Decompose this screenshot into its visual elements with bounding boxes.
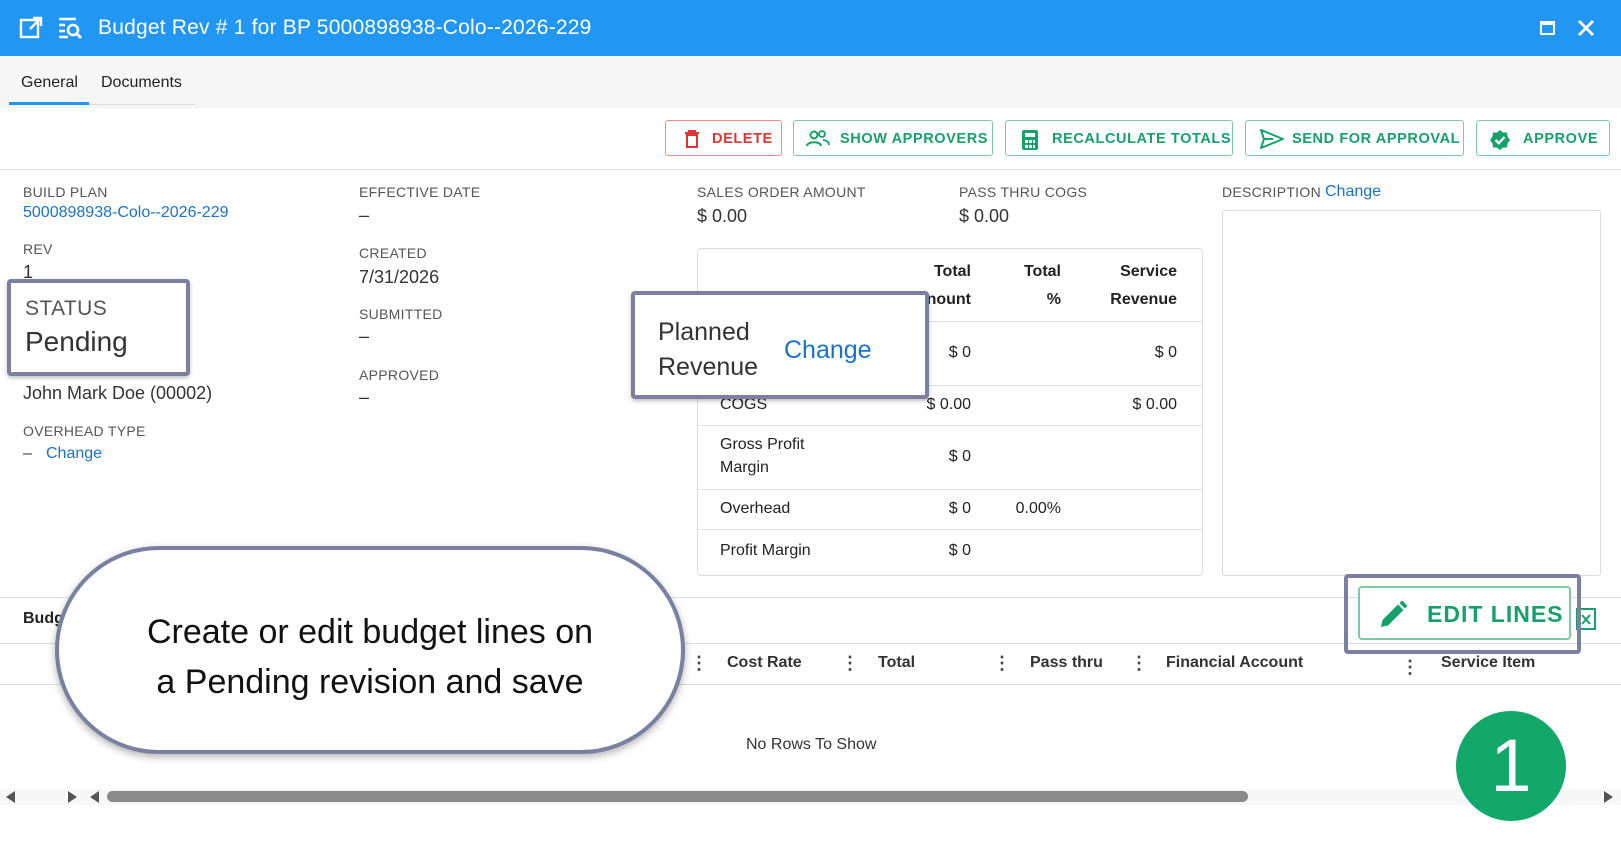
delete-label: DELETE <box>712 131 773 147</box>
callout-line-2: a Pending revision and save <box>156 663 584 701</box>
column-service-item[interactable]: Service Item <box>1441 654 1535 672</box>
effective-date-value: – <box>359 205 370 225</box>
edit-lines-label: EDIT LINES <box>1427 601 1564 627</box>
profit-margin-amount: $ 0 <box>948 542 971 559</box>
header-total-amount-1: Total <box>933 263 971 280</box>
tab-general[interactable]: General <box>21 74 78 92</box>
created-label: CREATED <box>359 245 427 261</box>
header-service-revenue-2: Revenue <box>1110 291 1177 308</box>
pass-thru-cogs-value: $ 0.00 <box>959 206 1010 226</box>
description-box[interactable] <box>1222 210 1601 576</box>
overhead-type-value: – <box>23 445 32 462</box>
gross-profit-label-1: Gross Profit <box>720 436 805 453</box>
build-plan-link[interactable]: 5000898938-Colo--2026-229 <box>23 204 229 222</box>
verified-check-icon <box>1490 130 1510 150</box>
close-icon[interactable] <box>1576 18 1596 38</box>
empty-grid-message: No Rows To Show <box>746 736 877 753</box>
column-menu-icon[interactable]: ⋮ <box>841 653 859 674</box>
people-icon <box>806 130 830 147</box>
cogs-service: $ 0.00 <box>1132 396 1177 413</box>
status-value: Pending <box>25 326 128 357</box>
header-total-pct-1: Total <box>1023 263 1061 280</box>
column-menu-icon[interactable]: ⋮ <box>1130 653 1148 674</box>
overhead-amount: $ 0 <box>948 500 971 517</box>
planned-revenue-label-2: Revenue <box>658 353 759 381</box>
sales-order-amount-value: $ 0.00 <box>697 206 748 226</box>
send-icon <box>1260 129 1284 149</box>
planned-revenue-highlight: Planned Revenue Change <box>631 291 929 399</box>
maximize-icon[interactable] <box>1539 19 1557 37</box>
tab-divider <box>89 104 195 105</box>
column-menu-icon[interactable]: ⋮ <box>690 653 708 674</box>
scroll-right-icon[interactable] <box>1604 791 1613 803</box>
scrollbar-thumb[interactable] <box>107 791 1248 802</box>
planned-revenue-label-1: Planned <box>658 318 750 346</box>
planned-revenue-change-link[interactable]: Change <box>784 336 872 365</box>
horizontal-scrollbar[interactable] <box>0 786 1621 808</box>
description-label: DESCRIPTION <box>1222 184 1321 200</box>
overhead-label: Overhead <box>720 500 791 517</box>
column-menu-icon[interactable]: ⋮ <box>1401 657 1419 678</box>
open-external-icon[interactable] <box>18 15 44 41</box>
step-number-badge: 1 <box>1456 711 1566 821</box>
owner-name: John Mark Doe (00002) <box>23 383 213 403</box>
instruction-callout: Create or edit budget lines on a Pending… <box>55 546 685 754</box>
profit-margin-label: Profit Margin <box>720 542 811 559</box>
description-change-link[interactable]: Change <box>1325 183 1381 201</box>
calculator-icon <box>1022 130 1038 150</box>
trash-icon <box>685 130 699 148</box>
send-for-approval-label: SEND FOR APPROVAL <box>1292 131 1461 147</box>
scroll-left-icon[interactable] <box>6 791 15 803</box>
header-total-pct-2: % <box>1046 291 1061 308</box>
title-bar: Budget Rev # 1 for BP 5000898938-Colo--2… <box>0 0 1621 56</box>
overhead-type-label: OVERHEAD TYPE <box>23 423 146 439</box>
planned-revenue-service: $ 0 <box>1154 344 1177 361</box>
header-service-revenue-1: Service <box>1120 263 1177 280</box>
column-menu-icon[interactable]: ⋮ <box>993 653 1011 674</box>
show-approvers-button[interactable]: SHOW APPROVERS <box>793 120 993 156</box>
gross-profit-amount: $ 0 <box>948 448 971 465</box>
budget-revision-window: Budget Rev # 1 for BP 5000898938-Colo--2… <box>0 0 1621 842</box>
approve-label: APPROVE <box>1523 131 1599 147</box>
status-label: STATUS <box>25 297 108 320</box>
pass-thru-cogs-label: PASS THRU COGS <box>959 184 1088 200</box>
approve-button[interactable]: APPROVE <box>1476 120 1610 156</box>
summary-row-overhead: Overhead $ 0 0.00% <box>698 489 1202 530</box>
submitted-label: SUBMITTED <box>359 306 443 322</box>
column-pass-thru[interactable]: Pass thru <box>1030 654 1103 672</box>
tab-documents[interactable]: Documents <box>101 74 182 92</box>
summary-row-gross-profit: Gross Profit Margin $ 0 <box>698 425 1202 490</box>
callout-line-1: Create or edit budget lines on <box>146 613 594 651</box>
submitted-value: – <box>359 326 370 346</box>
recalculate-label: RECALCULATE TOTALS <box>1052 131 1232 147</box>
pencil-icon <box>1381 600 1408 627</box>
summary-row-profit-margin: Profit Margin $ 0 <box>698 529 1202 574</box>
edit-lines-button[interactable]: EDIT LINES <box>1358 586 1571 640</box>
column-financial-account[interactable]: Financial Account <box>1166 654 1303 672</box>
overhead-type-change-link[interactable]: Change <box>46 445 102 463</box>
gross-profit-label-2: Margin <box>720 459 769 476</box>
column-total[interactable]: Total <box>878 654 915 672</box>
created-value: 7/31/2026 <box>359 267 440 287</box>
active-tab-indicator <box>9 102 89 105</box>
show-approvers-label: SHOW APPROVERS <box>840 131 989 147</box>
sales-order-amount-label: SALES ORDER AMOUNT <box>697 184 866 200</box>
tab-bar: General Documents <box>0 56 1621 108</box>
delete-button[interactable]: DELETE <box>665 120 782 156</box>
build-plan-label: BUILD PLAN <box>23 184 108 200</box>
overhead-pct: 0.00% <box>1015 500 1061 517</box>
column-cost-rate[interactable]: Cost Rate <box>727 654 802 672</box>
rev-label: REV <box>23 241 53 257</box>
scroll-left-icon[interactable] <box>90 791 99 803</box>
recalculate-totals-button[interactable]: RECALCULATE TOTALS <box>1005 120 1233 156</box>
window-title: Budget Rev # 1 for BP 5000898938-Colo--2… <box>98 16 592 39</box>
status-highlight: STATUS Pending <box>7 279 190 376</box>
toolbar-divider <box>0 169 1621 170</box>
scroll-right-icon[interactable] <box>68 791 77 803</box>
find-in-page-icon[interactable] <box>56 15 82 41</box>
approved-label: APPROVED <box>359 367 440 383</box>
effective-date-label: EFFECTIVE DATE <box>359 184 481 200</box>
send-for-approval-button[interactable]: SEND FOR APPROVAL <box>1245 120 1464 156</box>
approved-value: – <box>359 387 370 407</box>
